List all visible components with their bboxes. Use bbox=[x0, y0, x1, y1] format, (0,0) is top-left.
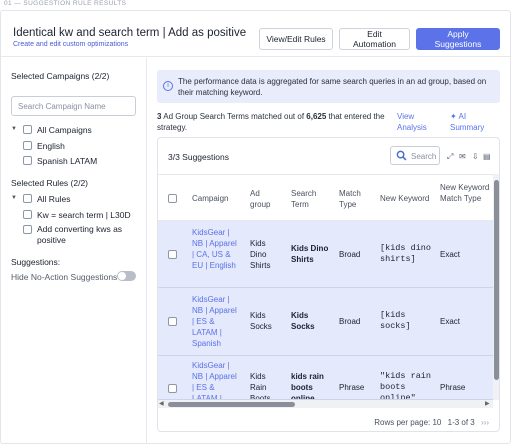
rows-per-page-label: Rows per page: bbox=[374, 418, 431, 427]
toggle-knob bbox=[118, 272, 126, 280]
info-banner: i The performance data is aggregated for… bbox=[157, 70, 500, 103]
suggestions-heading: Suggestions: bbox=[11, 257, 61, 267]
edit-automation-button[interactable]: Edit Automation bbox=[339, 28, 410, 50]
rule-kw-search-term-label: Kw = search term | L30D bbox=[37, 210, 131, 220]
select-all-checkbox[interactable] bbox=[168, 194, 177, 203]
row-ad-group: Kids Rain Boots bbox=[250, 372, 271, 400]
save-icon[interactable]: ▤ bbox=[483, 152, 491, 161]
col-campaign[interactable]: Campaign bbox=[192, 193, 228, 204]
all-rules-label: All Rules bbox=[37, 194, 71, 204]
campaign-english-checkbox[interactable] bbox=[23, 141, 32, 150]
row-new-match-type: Exact bbox=[440, 250, 461, 259]
col-new-keyword-match-type[interactable]: New Keyword Match Type bbox=[440, 182, 490, 204]
ai-summary-link[interactable]: ✦ AI Summary bbox=[450, 111, 495, 133]
page-header: Identical kw and search term | Add as po… bbox=[1, 11, 510, 57]
row-campaign[interactable]: KidsGear | NB | Apparel | ES & LATAM | S… bbox=[192, 360, 238, 399]
info-banner-text: The performance data is aggregated for s… bbox=[178, 77, 487, 97]
apply-suggestions-button[interactable]: Apply Suggestions bbox=[416, 28, 500, 50]
row-checkbox[interactable] bbox=[168, 250, 177, 259]
row-new-match-type: Exact bbox=[440, 317, 461, 326]
row-checkbox[interactable] bbox=[168, 317, 177, 326]
view-edit-rules-button[interactable]: View/Edit Rules bbox=[259, 28, 333, 50]
col-ad-group[interactable]: Ad group bbox=[250, 188, 280, 210]
campaign-english-label: English bbox=[37, 141, 65, 151]
last-page-icon[interactable]: ››› bbox=[481, 418, 489, 427]
row-new-keyword: [kids socks] bbox=[380, 310, 411, 331]
col-new-keyword[interactable]: New Keyword bbox=[380, 193, 429, 204]
view-analysis-link[interactable]: View Analysis bbox=[397, 111, 437, 133]
all-rules-checkbox[interactable] bbox=[23, 194, 32, 203]
campaigns-heading: Selected Campaigns (2/2) bbox=[11, 71, 110, 81]
rules-heading: Selected Rules (2/2) bbox=[11, 178, 89, 188]
search-icon bbox=[396, 150, 407, 161]
row-match-type: Broad bbox=[339, 250, 361, 259]
row-ad-group: Kids Dino Shirts bbox=[250, 239, 271, 270]
all-campaigns-label: All Campaigns bbox=[37, 125, 92, 135]
row-match-type: Phrase bbox=[339, 383, 365, 392]
rule-add-converting-checkbox[interactable] bbox=[23, 225, 32, 234]
suggestions-count-title: 3/3 Suggestions bbox=[168, 152, 229, 162]
campaign-search-input[interactable]: Search Campaign Name bbox=[11, 96, 136, 116]
hide-no-action-label: Hide No-Action Suggestions bbox=[11, 272, 118, 282]
table-search-input[interactable]: Search bbox=[390, 146, 440, 165]
suggestions-table-card: 3/3 Suggestions Search ⤢ ✉ ⇩ ▤ Campaign … bbox=[157, 137, 500, 432]
table-row[interactable]: KidsGear | NB | Apparel | ES & LATAM | S… bbox=[158, 288, 493, 356]
row-match-type: Broad bbox=[339, 317, 361, 326]
scroll-left-arrow-icon[interactable]: ◀ bbox=[159, 400, 164, 407]
horizontal-scrollbar[interactable]: ◀ ▶ bbox=[158, 400, 493, 408]
chevron-down-icon[interactable]: ▼ bbox=[11, 195, 17, 201]
row-search-term: kids rain boots online bbox=[291, 372, 324, 400]
rule-add-converting-label: Add converting kws as positive bbox=[37, 224, 123, 245]
breadcrumb: 01 — SUGGESTION RULE RESULTS bbox=[4, 0, 127, 7]
email-icon[interactable]: ✉ bbox=[459, 152, 466, 161]
match-text-a: Ad Group Search Terms matched out of bbox=[161, 112, 307, 121]
row-new-keyword: "kids rain boots online" bbox=[380, 371, 432, 400]
col-match-type[interactable]: Match Type bbox=[339, 188, 369, 210]
row-search-term: Kids Socks bbox=[291, 311, 315, 331]
vertical-scroll-thumb[interactable] bbox=[493, 180, 499, 380]
chevron-down-icon[interactable]: ▼ bbox=[11, 126, 17, 132]
all-campaigns-checkbox[interactable] bbox=[23, 125, 32, 134]
table-row[interactable]: KidsGear | NB | Apparel | CA, US & EU | … bbox=[158, 221, 493, 288]
rule-kw-search-term-checkbox[interactable] bbox=[23, 210, 32, 219]
horizontal-scroll-thumb[interactable] bbox=[168, 401, 295, 407]
hide-no-action-toggle[interactable] bbox=[117, 271, 136, 281]
page-subtitle-link[interactable]: Create and edit custom optimizations bbox=[13, 41, 128, 48]
table-search-placeholder: Search bbox=[411, 152, 437, 161]
info-icon: i bbox=[163, 81, 173, 91]
match-total: 6,625 bbox=[306, 112, 327, 121]
download-icon[interactable]: ⇩ bbox=[472, 152, 479, 161]
page-title: Identical kw and search term | Add as po… bbox=[13, 27, 247, 39]
row-new-match-type: Phrase bbox=[440, 383, 466, 392]
campaign-spanish-latam-checkbox[interactable] bbox=[23, 156, 32, 165]
row-campaign[interactable]: KidsGear | NB | Apparel | CA, US & EU | … bbox=[192, 227, 238, 271]
row-campaign[interactable]: KidsGear | NB | Apparel | ES & LATAM | S… bbox=[192, 294, 238, 349]
row-checkbox[interactable] bbox=[168, 384, 177, 393]
expand-icon[interactable]: ⤢ bbox=[447, 152, 453, 162]
row-search-term: Kids Dino Shirts bbox=[291, 244, 329, 264]
campaign-spanish-latam-label: Spanish LATAM bbox=[37, 156, 98, 166]
filters-sidebar: Selected Campaigns (2/2) Search Campaign… bbox=[1, 58, 147, 444]
rows-per-page-select[interactable]: 10 bbox=[432, 418, 441, 427]
table-pagination: Rows per page: 10 1-3 of 3 ››› bbox=[374, 418, 489, 427]
pagination-range: 1-3 of 3 bbox=[447, 418, 475, 427]
row-new-keyword: [kids dino shirts] bbox=[380, 243, 432, 264]
scroll-right-arrow-icon[interactable]: ▶ bbox=[485, 400, 490, 407]
table-header: Campaign Ad group Search Term Match Type… bbox=[158, 174, 493, 221]
col-search-term[interactable]: Search Term bbox=[291, 188, 327, 210]
row-ad-group: Kids Socks bbox=[250, 311, 272, 331]
table-row[interactable]: KidsGear | NB | Apparel | ES & LATAM | S… bbox=[158, 356, 493, 400]
match-summary: 3 Ad Group Search Terms matched out of 6… bbox=[157, 111, 390, 133]
vertical-scrollbar[interactable] bbox=[493, 174, 499, 400]
